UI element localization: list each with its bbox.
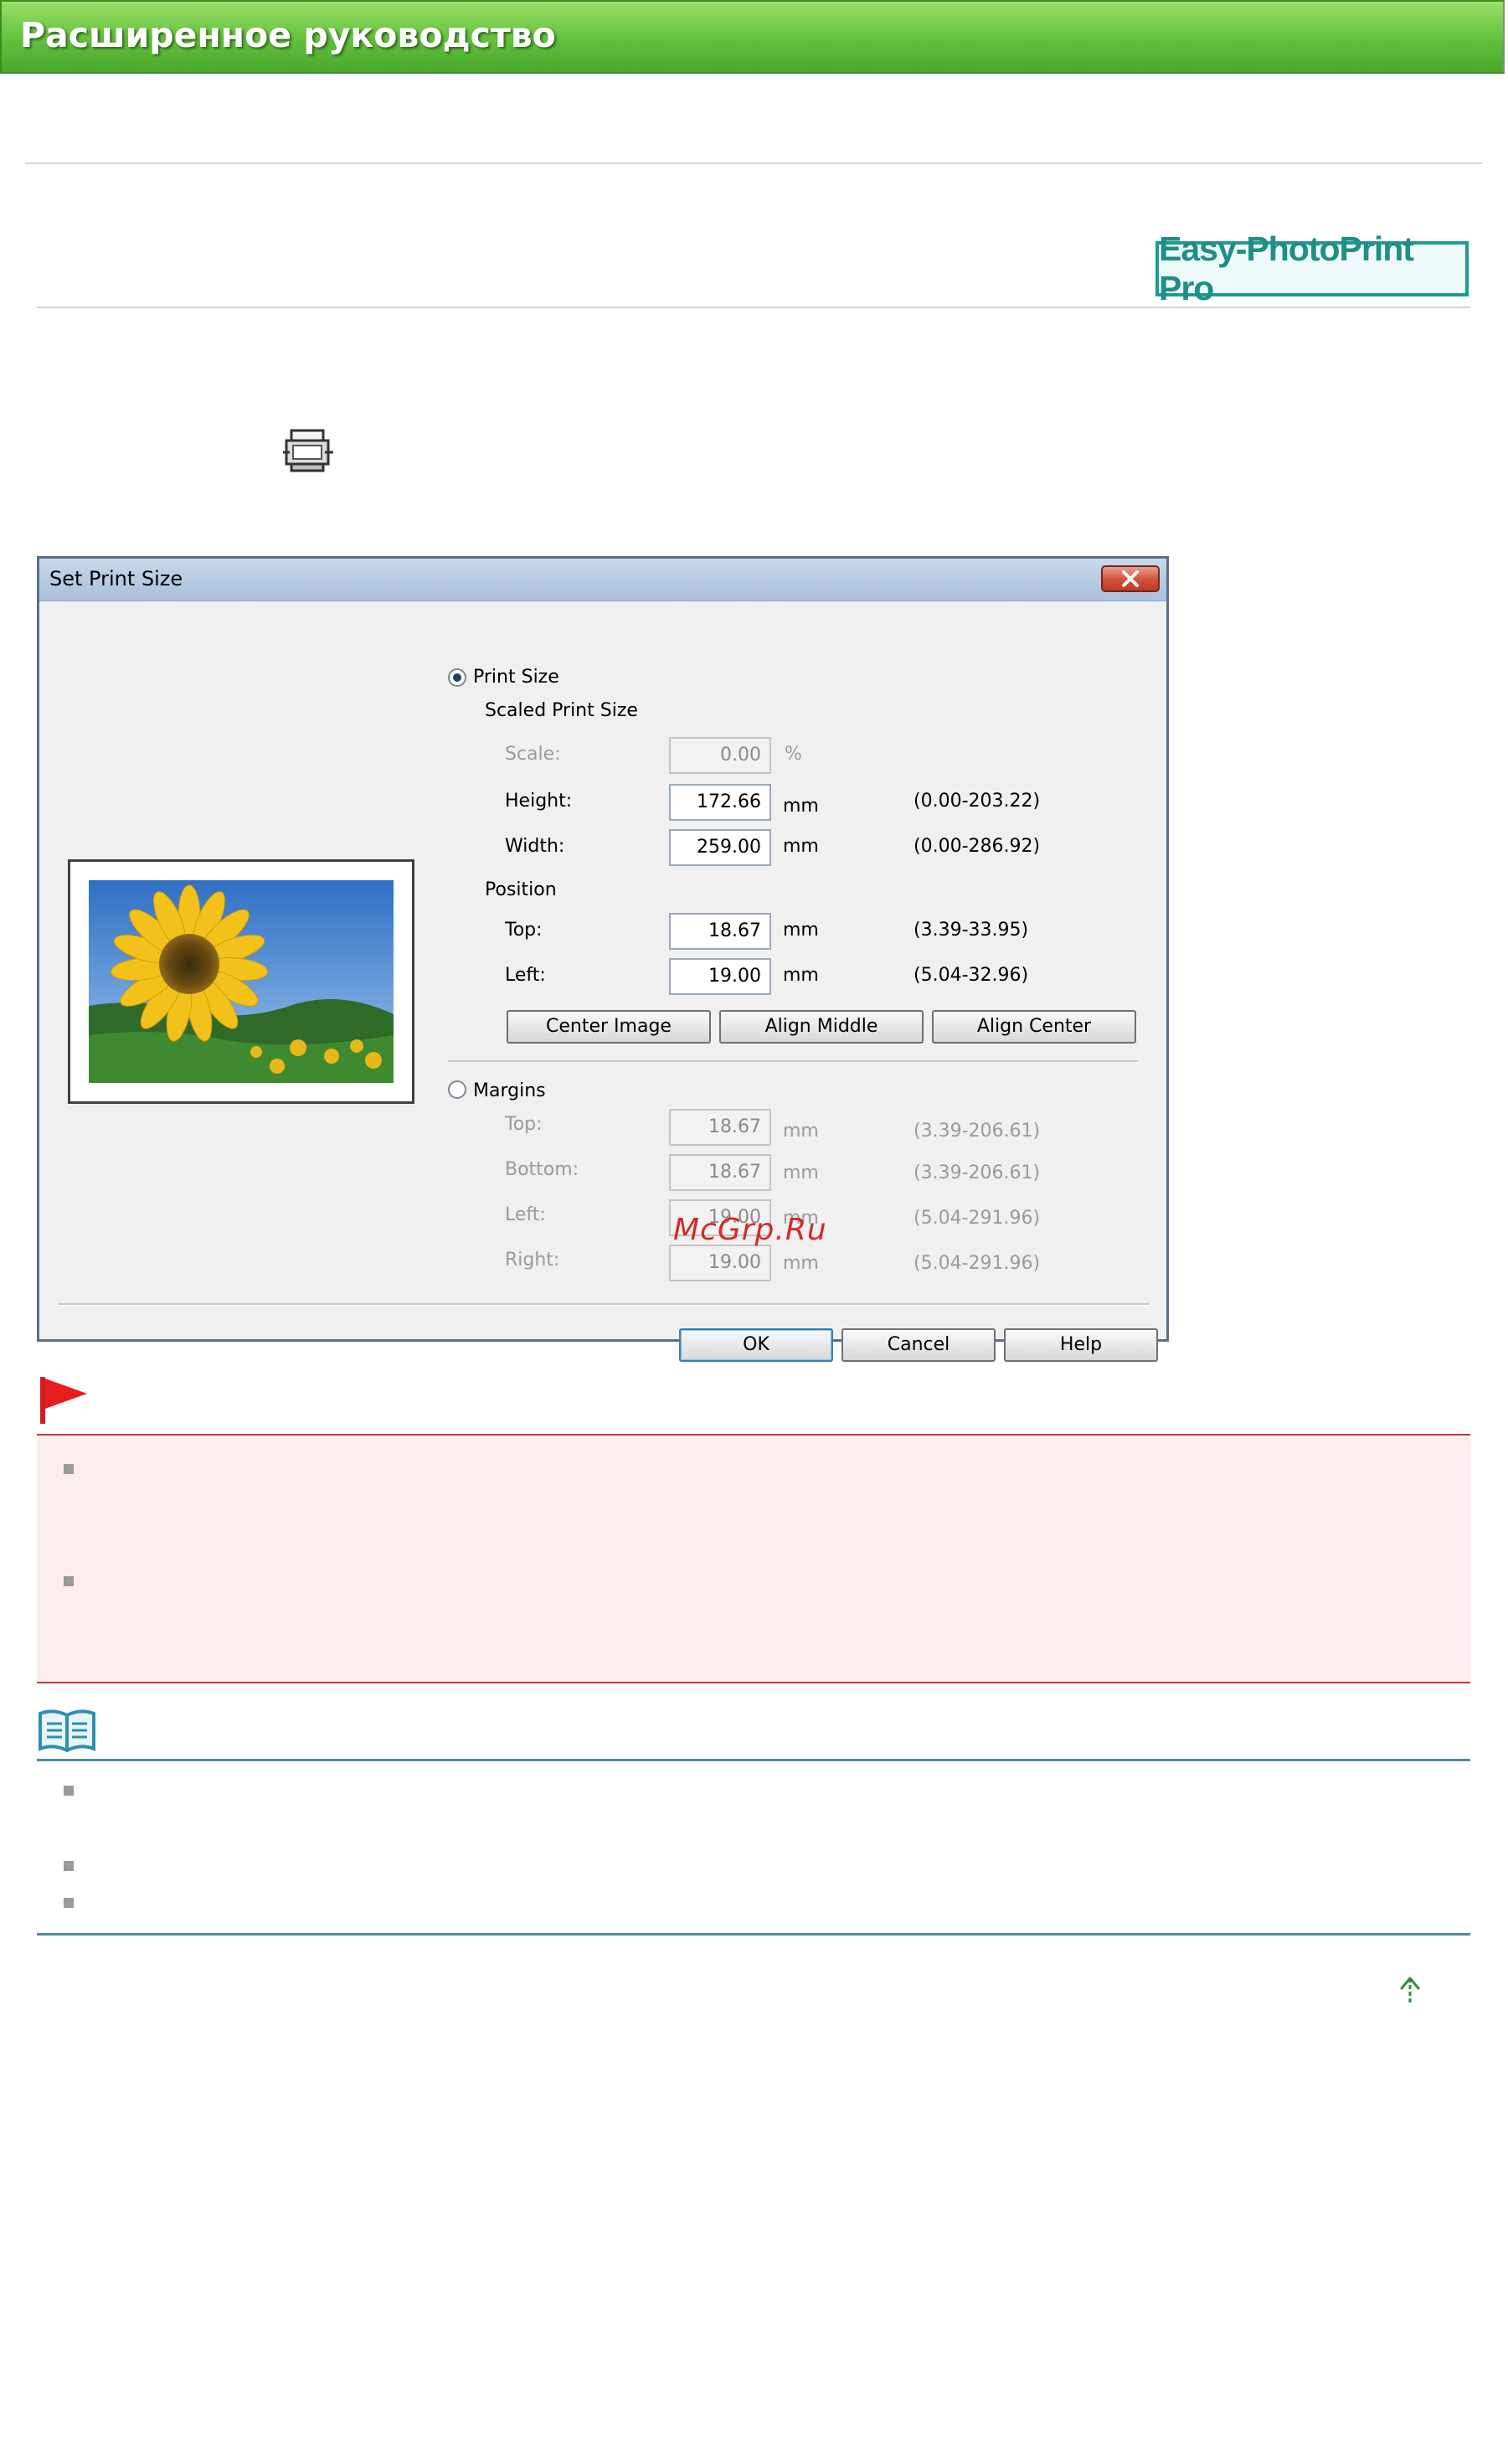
set-print-size-dialog: Set Print Size Print Size Scaled Print S… xyxy=(37,556,1169,1362)
dialog-body: Print Size Scaled Print Size Scale: 0.00… xyxy=(39,601,1166,1362)
margin-left-label: Left: xyxy=(505,1204,546,1225)
print-preview xyxy=(68,859,414,1104)
margin-bottom-unit: mm xyxy=(783,1162,819,1183)
app-badge: Easy-PhotoPrint Pro xyxy=(1155,229,1469,307)
height-field[interactable]: 172.66 xyxy=(669,784,771,821)
margin-top-field[interactable]: 18.67 xyxy=(669,1109,771,1146)
important-box xyxy=(37,1434,1470,1683)
sunflower-photo xyxy=(89,880,394,1083)
height-label: Height: xyxy=(505,791,573,812)
divider xyxy=(25,162,1482,164)
set-print-size-icon xyxy=(283,429,333,472)
bullet-icon xyxy=(64,1898,74,1908)
header-banner: Расширенное руководство xyxy=(0,0,1505,74)
align-middle-button[interactable]: Align Middle xyxy=(719,1010,924,1044)
margin-right-range: (5.04-291.96) xyxy=(914,1253,1041,1274)
width-unit: mm xyxy=(783,836,819,857)
dialog-title: Set Print Size xyxy=(49,567,183,590)
margin-right-field[interactable]: 19.00 xyxy=(669,1245,771,1281)
open-book-icon xyxy=(39,1709,95,1753)
margin-top-label: Top: xyxy=(505,1114,543,1135)
margin-right-unit: mm xyxy=(783,1253,819,1274)
width-field[interactable]: 259.00 xyxy=(669,829,771,866)
footer-separator xyxy=(58,1303,1150,1306)
width-range: (0.00-286.92) xyxy=(914,836,1041,857)
top-label: Top: xyxy=(505,920,543,941)
scale-label: Scale: xyxy=(505,744,561,765)
width-label: Width: xyxy=(505,836,565,857)
bullet-icon xyxy=(64,1576,74,1586)
margins-label: Margins xyxy=(473,1080,546,1101)
left-unit: mm xyxy=(783,965,819,986)
top-field[interactable]: 18.67 xyxy=(669,913,771,950)
arrow-up-icon[interactable] xyxy=(1392,1973,1428,2010)
bullet-icon xyxy=(64,1786,74,1796)
top-unit: mm xyxy=(783,920,819,941)
margin-bottom-field[interactable]: 18.67 xyxy=(669,1154,771,1191)
scale-unit: % xyxy=(785,744,802,765)
scale-field[interactable]: 0.00 xyxy=(669,737,771,774)
margin-bottom-range: (3.39-206.61) xyxy=(914,1162,1041,1183)
section-separator xyxy=(448,1060,1138,1063)
scaled-print-size-label: Scaled Print Size xyxy=(485,700,638,721)
height-unit: mm xyxy=(783,796,819,817)
margin-right-label: Right: xyxy=(505,1250,560,1271)
center-image-button[interactable]: Center Image xyxy=(507,1010,711,1044)
print-size-radio[interactable] xyxy=(448,668,466,687)
margin-top-range: (3.39-206.61) xyxy=(914,1121,1041,1142)
top-range: (3.39-33.95) xyxy=(914,920,1029,941)
page-header-title: Расширенное руководство xyxy=(20,15,556,55)
margins-radio[interactable] xyxy=(448,1080,466,1099)
left-range: (5.04-32.96) xyxy=(914,965,1029,986)
align-center-button[interactable]: Align Center xyxy=(932,1010,1136,1044)
bullet-icon xyxy=(64,1464,74,1474)
height-range: (0.00-203.22) xyxy=(914,791,1041,812)
margin-left-range: (5.04-291.96) xyxy=(914,1208,1041,1229)
close-icon xyxy=(1122,570,1139,587)
note-rule xyxy=(37,1759,1470,1761)
red-flag-icon xyxy=(40,1377,87,1424)
print-size-label: Print Size xyxy=(473,667,559,688)
margin-bottom-label: Bottom: xyxy=(505,1159,579,1180)
left-label: Left: xyxy=(505,965,546,986)
note-rule xyxy=(37,1933,1470,1936)
help-button[interactable]: Help xyxy=(1004,1328,1158,1362)
ok-button[interactable]: OK xyxy=(679,1328,833,1362)
watermark: McGrp.Ru xyxy=(673,1213,827,1247)
cancel-button[interactable]: Cancel xyxy=(841,1328,996,1362)
bullet-icon xyxy=(64,1861,74,1871)
divider xyxy=(37,307,1470,308)
position-label: Position xyxy=(485,879,557,900)
dialog-titlebar[interactable]: Set Print Size xyxy=(39,559,1166,601)
margin-top-unit: mm xyxy=(783,1121,819,1142)
close-button[interactable] xyxy=(1101,565,1160,592)
left-field[interactable]: 19.00 xyxy=(669,958,771,995)
